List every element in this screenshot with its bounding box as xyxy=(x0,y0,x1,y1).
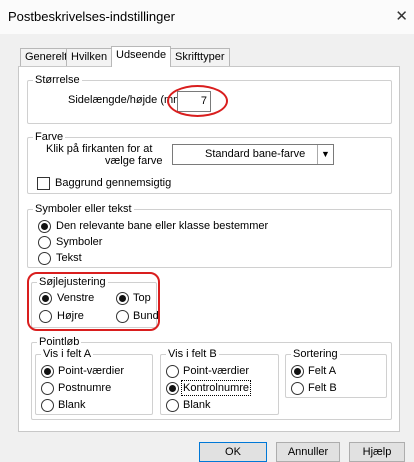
transparent-background-checkbox[interactable] xyxy=(37,177,50,190)
tab-skrifttyper[interactable]: Skrifttyper xyxy=(170,48,230,66)
align-bottom-label: Bund xyxy=(133,310,159,322)
field-b-blank-label: Blank xyxy=(183,399,211,411)
color-select-value: Standard bane-farve xyxy=(205,148,306,160)
symbols-radio-symbols[interactable] xyxy=(38,236,51,249)
chevron-down-icon[interactable]: ▼ xyxy=(317,145,333,164)
field-a-radio-points[interactable] xyxy=(41,365,54,378)
field-a-blank-label: Blank xyxy=(58,399,86,411)
symbols-option-course-label: Den relevante bane eller klasse bestemme… xyxy=(56,220,269,232)
field-a-radio-post-numbers[interactable] xyxy=(41,382,54,395)
tab-generelt[interactable]: Generelt xyxy=(20,48,73,66)
size-group-legend: Størrelse xyxy=(35,74,80,86)
help-button[interactable]: Hjælp xyxy=(349,442,405,462)
color-click-label-2: vælge farve xyxy=(105,155,163,167)
cancel-button[interactable]: Annuller xyxy=(276,442,340,462)
score-course-group-legend: Pointløb xyxy=(39,336,80,348)
field-a-points-label: Point-værdier xyxy=(58,365,125,377)
highlight-ring-size xyxy=(167,85,228,117)
tab-hvilken[interactable]: Hvilken xyxy=(66,48,113,66)
field-a-post-numbers-label: Postnumre xyxy=(58,382,112,394)
sort-radio-field-a[interactable] xyxy=(291,365,304,378)
align-radio-left[interactable] xyxy=(39,292,52,305)
ok-button[interactable]: OK xyxy=(199,442,267,462)
sort-radio-field-b[interactable] xyxy=(291,382,304,395)
align-radio-right[interactable] xyxy=(39,310,52,323)
align-radio-bottom[interactable] xyxy=(116,310,129,323)
align-top-label: Top xyxy=(133,292,151,304)
color-select[interactable]: Standard bane-farve ▼ xyxy=(172,144,334,165)
window-title: Postbeskrivelses-indstillinger xyxy=(8,9,175,24)
field-b-legend: Vis i felt B xyxy=(168,348,217,360)
align-left-label: Venstre xyxy=(57,292,95,304)
align-radio-top[interactable] xyxy=(116,292,129,305)
symbols-radio-text[interactable] xyxy=(38,252,51,265)
symbols-option-symbols-label: Symboler xyxy=(56,236,103,248)
field-b-radio-blank[interactable] xyxy=(166,399,179,412)
title-bar: Postbeskrivelses-indstillinger ✕ xyxy=(0,0,414,34)
sort-field-b-label: Felt B xyxy=(308,382,337,394)
transparent-background-label: Baggrund gennemsigtig xyxy=(55,177,172,189)
symbols-option-text-label: Tekst xyxy=(56,252,82,264)
field-a-legend: Vis i felt A xyxy=(43,348,92,360)
color-click-label-1: Klik på firkanten for at xyxy=(46,143,153,155)
field-a-radio-blank[interactable] xyxy=(41,399,54,412)
sort-field-a-label: Felt A xyxy=(308,365,337,377)
symbols-radio-course[interactable] xyxy=(38,220,51,233)
close-icon[interactable]: ✕ xyxy=(395,7,408,25)
align-right-label: Højre xyxy=(57,310,84,322)
field-b-points-label: Point-værdier xyxy=(183,365,250,377)
symbols-group-legend: Symboler eller tekst xyxy=(35,203,132,215)
field-b-control-numbers-label: Kontrolnumre xyxy=(180,380,252,396)
color-group-legend: Farve xyxy=(35,131,64,143)
field-b-radio-control-numbers[interactable] xyxy=(166,382,179,395)
sort-legend: Sortering xyxy=(293,348,338,360)
field-b-radio-points[interactable] xyxy=(166,365,179,378)
tab-udseende[interactable]: Udseende xyxy=(111,46,172,67)
